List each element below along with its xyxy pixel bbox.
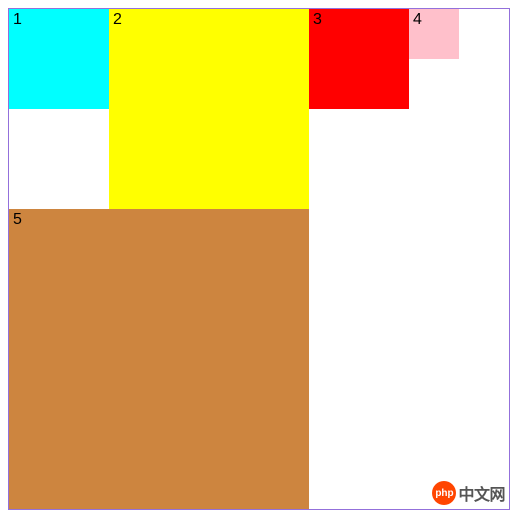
box-5-label: 5 (13, 211, 22, 228)
php-logo-icon: php (432, 481, 456, 505)
watermark: php 中文网 (432, 481, 505, 505)
box-4: 4 (409, 9, 459, 59)
box-1: 1 (9, 9, 109, 109)
watermark-text: 中文网 (458, 481, 505, 505)
box-3-label: 3 (313, 11, 322, 28)
demo-container: 1 2 3 4 5 php 中文网 (8, 8, 510, 510)
box-5: 5 (9, 209, 309, 509)
box-1-label: 1 (13, 11, 22, 28)
box-3: 3 (309, 9, 409, 109)
box-2-label: 2 (113, 11, 122, 28)
box-4-label: 4 (413, 11, 422, 28)
box-2: 2 (109, 9, 309, 209)
